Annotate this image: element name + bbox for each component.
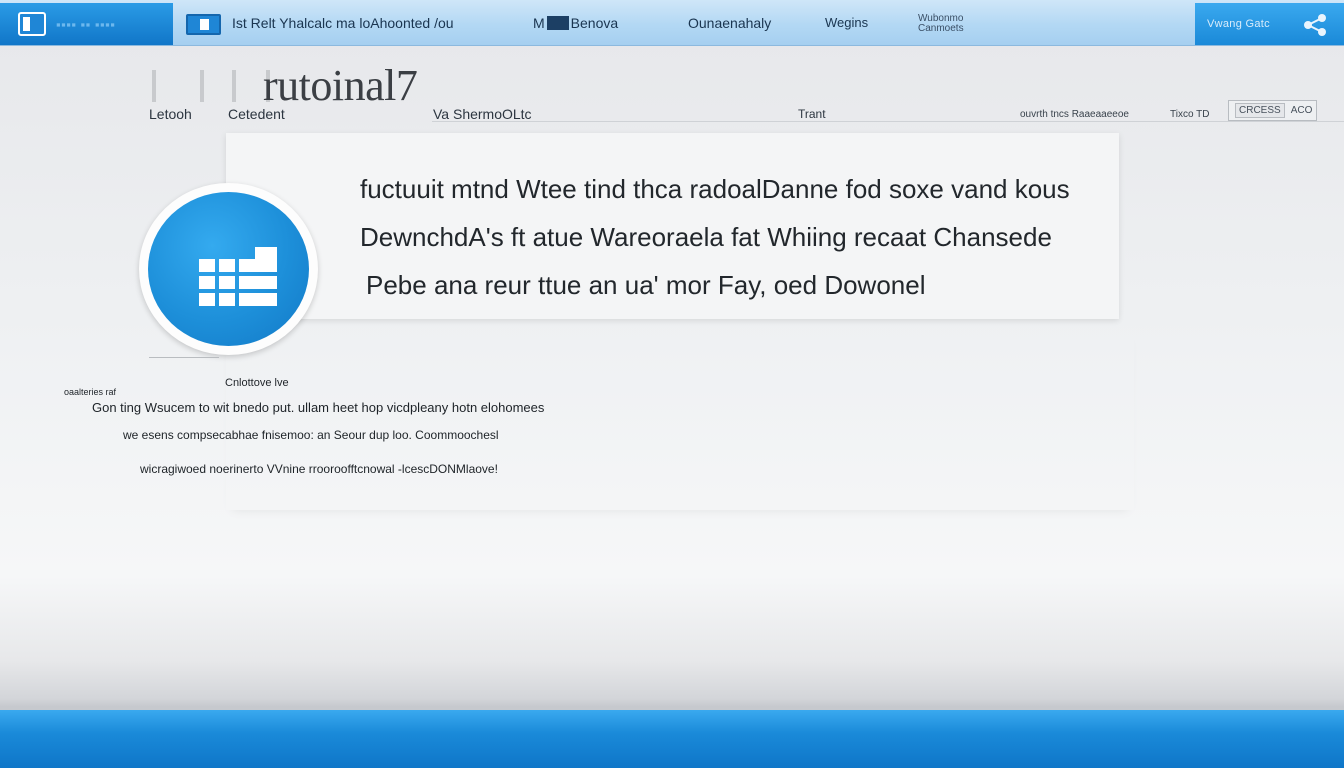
subnav-item-3[interactable]: Va ShermoOLtc (433, 106, 532, 122)
badge-underline (149, 357, 219, 358)
details-line-2: we esens compsecabhae fnisemoo: an Seour… (123, 428, 499, 442)
filter-option-2[interactable]: ACO (1291, 105, 1313, 116)
subnav-item-1[interactable]: Letooh (149, 106, 192, 122)
details-label: oaalteries raf (64, 387, 117, 397)
subnav-item-6[interactable]: Tixco TD (1170, 109, 1209, 120)
nav-item-2-label: M (533, 15, 545, 31)
nav-item-2-icon (546, 16, 569, 30)
subnav-item-2[interactable]: Cetedent (228, 106, 285, 122)
details-line-3[interactable]: wicragiwoed noerinerto VVnine rrooroofft… (140, 462, 498, 476)
details-caption: Cnlottove lve (225, 377, 289, 389)
app-window: ▪▪▪▪ ▪▪ ▪▪▪▪ Ist Relt Yhalcalc ma loAhoo… (0, 0, 1344, 768)
account-area[interactable]: Vwang Gatc (1195, 3, 1344, 45)
filter-option-1[interactable]: CRCESS (1235, 103, 1285, 118)
card-line-3: Pebe ana reur ttue an ua' mor Fay, oed D… (366, 270, 926, 300)
page-title: rutoinal7 (263, 61, 418, 110)
filter-select[interactable]: CRCESS ACO (1228, 100, 1317, 121)
account-label: Vwang Gatc (1207, 18, 1270, 30)
details-line-1: Gon ting Wsucem to wit bnedo put. ullam … (92, 400, 545, 415)
card-line-1: fuctuuit mtnd Wtee tind thca radoalDanne… (360, 174, 1070, 204)
nav-item-1[interactable]: Ist Relt Yhalcalc ma loAhoonted /ou (232, 15, 454, 31)
nav-item-2-sub: Benova (570, 15, 619, 31)
grid-icon (199, 247, 277, 306)
app-badge[interactable] (139, 183, 318, 355)
details-panel (226, 330, 1134, 510)
card-line-2: DewnchdA's ft atue Wareoraela fat Whiing… (360, 222, 1052, 252)
nav-item-2[interactable]: M Benova (533, 15, 618, 31)
brand-label: ▪▪▪▪ ▪▪ ▪▪▪▪ (56, 16, 116, 32)
subnav-divider (432, 121, 1344, 122)
app-badge-inner (148, 192, 309, 346)
nav-item-4[interactable]: Wegins (825, 15, 868, 30)
subnav-item-5[interactable]: ouvrth tncs Raaeaaeeoe (1020, 109, 1129, 120)
window-icon[interactable] (186, 14, 221, 35)
subnav-item-4[interactable]: Trant (798, 107, 826, 121)
top-bar: ▪▪▪▪ ▪▪ ▪▪▪▪ Ist Relt Yhalcalc ma loAhoo… (0, 0, 1344, 46)
app-window-icon (18, 12, 46, 36)
taskbar (0, 710, 1344, 768)
nav-item-3[interactable]: Ounaenahaly (688, 15, 771, 31)
share-icon[interactable] (1300, 13, 1330, 37)
nav-item-5[interactable]: Wubonmo Canmoets (918, 14, 964, 34)
brand[interactable]: ▪▪▪▪ ▪▪ ▪▪▪▪ (0, 3, 173, 45)
feature-card: fuctuuit mtnd Wtee tind thca radoalDanne… (226, 133, 1119, 319)
